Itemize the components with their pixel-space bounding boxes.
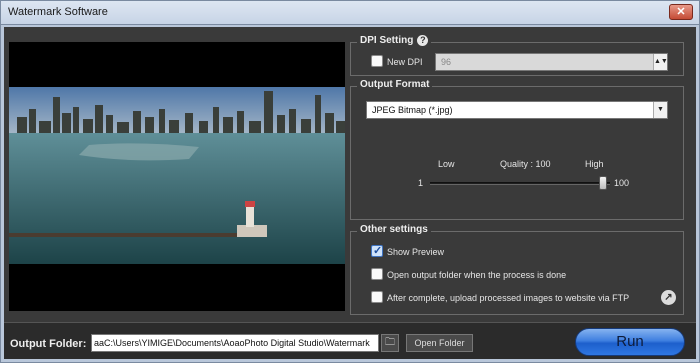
new-dpi-label: New DPI — [387, 57, 423, 67]
open-folder-button[interactable]: Open Folder — [406, 334, 473, 352]
dpi-value: 96 — [441, 57, 452, 67]
other-settings-title: Other settings — [357, 224, 431, 235]
show-preview-checkbox[interactable] — [371, 244, 383, 257]
run-button[interactable]: Run — [575, 328, 685, 356]
upload-ftp-checkbox[interactable] — [371, 291, 383, 303]
open-output-label: Open output folder when the process is d… — [387, 270, 567, 280]
show-preview-label: Show Preview — [387, 247, 445, 257]
chevron-down-icon[interactable]: ▼ — [653, 102, 667, 118]
quality-low-label: Low — [438, 159, 455, 169]
image-preview — [9, 42, 345, 311]
output-format-value: JPEG Bitmap (*.jpg) — [372, 105, 453, 115]
upload-ftp-label: After complete, upload processed images … — [387, 293, 630, 303]
dpi-value-select[interactable]: 96 ▲▼ — [435, 53, 668, 71]
new-dpi-checkbox[interactable] — [371, 55, 383, 67]
help-icon[interactable]: ? — [417, 35, 429, 46]
dpi-setting-title-text: DPI Setting — [360, 35, 414, 46]
quality-value-label: Quality : 100 — [500, 159, 551, 169]
output-format-title-text: Output Format — [360, 79, 430, 90]
quality-high-label: High — [585, 159, 604, 169]
other-settings-title-text: Other settings — [360, 224, 428, 235]
close-button[interactable]: ✕ — [669, 4, 693, 20]
output-folder-label: Output Folder: — [10, 338, 87, 350]
title-bar: Watermark Software ✕ — [0, 0, 700, 24]
window-title: Watermark Software — [8, 6, 108, 18]
quality-slider-track[interactable] — [430, 182, 610, 185]
close-icon: ✕ — [676, 6, 686, 18]
output-format-select[interactable]: JPEG Bitmap (*.jpg) ▼ — [366, 101, 668, 119]
browse-folder-button[interactable]: 🗀 — [381, 334, 399, 352]
output-folder-input[interactable]: aaC:\Users\YIMIGE\Documents\AoaoPhoto Di… — [91, 334, 379, 352]
output-format-title: Output Format — [357, 79, 433, 90]
spin-arrows-icon[interactable]: ▲▼ — [653, 54, 668, 70]
quality-slider-thumb[interactable] — [599, 176, 607, 190]
preview-photo — [9, 87, 345, 264]
open-output-checkbox[interactable] — [371, 268, 383, 280]
quality-min-label: 1 — [418, 178, 424, 188]
dpi-setting-title: DPI Setting ? — [357, 35, 432, 46]
quality-max-label: 100 — [614, 178, 630, 188]
ftp-settings-icon[interactable]: ↗ — [661, 290, 676, 305]
folder-icon: 🗀 — [385, 337, 395, 348]
